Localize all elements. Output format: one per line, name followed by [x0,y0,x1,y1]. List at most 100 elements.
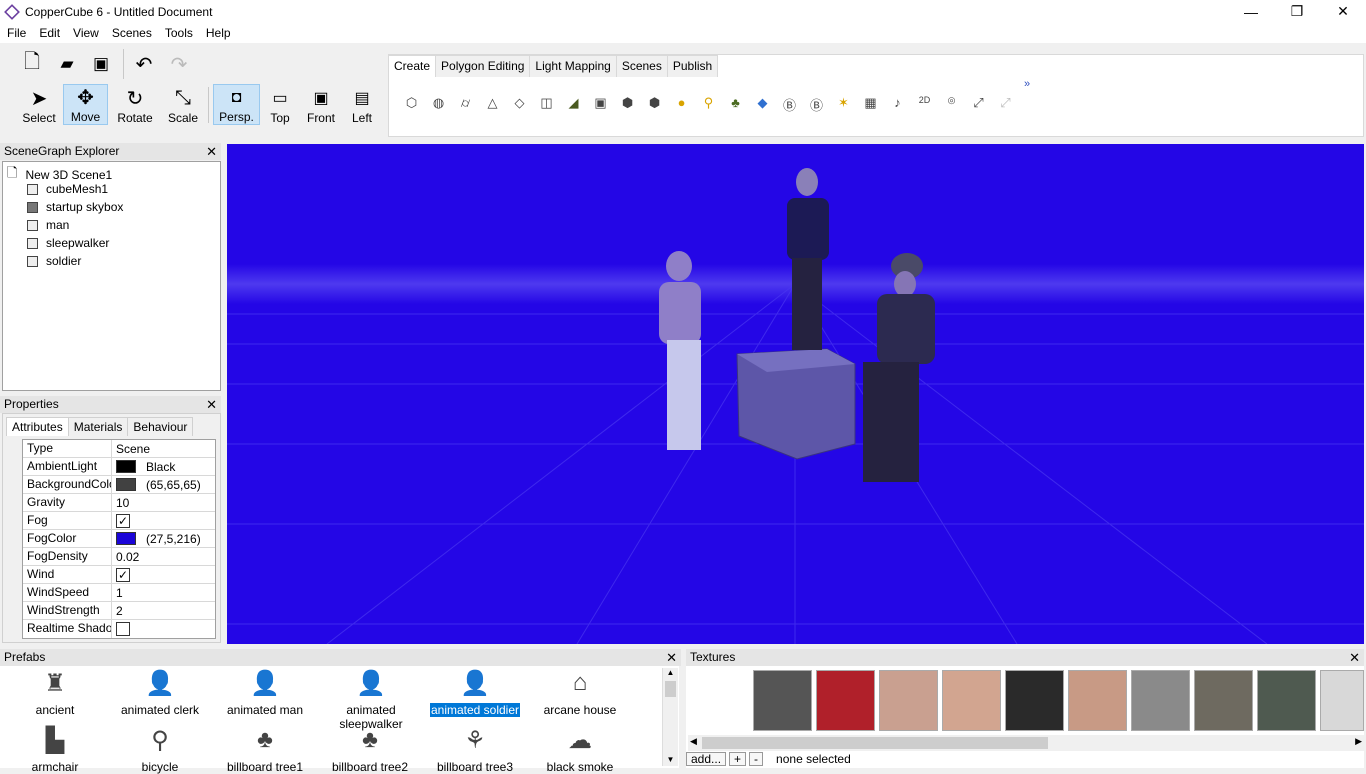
property-value[interactable]: (65,65,65) [146,478,201,492]
texture-thumbnail[interactable] [1320,670,1364,731]
cylinder-icon[interactable]: ⌭ [452,95,479,114]
scroll-thumb[interactable] [665,681,676,697]
tab-publish[interactable]: Publish [666,55,719,77]
property-value[interactable]: 2 [116,604,123,618]
color-swatch[interactable] [116,532,136,545]
tab-materials[interactable]: Materials [67,417,129,436]
tree-node[interactable]: man [27,218,69,232]
sound-icon[interactable]: ♪ [884,95,911,114]
image-icon[interactable]: ▦ [857,95,884,114]
increase-size-button[interactable]: + [729,752,747,766]
minimize-button[interactable]: — [1228,0,1274,23]
add-texture-button[interactable]: add... [686,752,727,766]
left-view-button[interactable]: ▤ Left [346,85,378,125]
prefab-item[interactable]: ♣ billboard tree2 [315,726,425,774]
tab-create[interactable]: Create [388,55,437,77]
front-view-button[interactable]: ▣ Front [302,85,340,125]
plane-icon[interactable]: ◇ [506,95,533,114]
close-window-button[interactable]: ✕ [1320,0,1366,23]
cube-icon[interactable]: ⬡ [398,95,425,114]
color-swatch[interactable] [116,460,136,473]
3d-viewport[interactable] [227,144,1364,644]
close-prefabs-icon[interactable]: ✕ [666,649,677,666]
property-value[interactable]: (27,5,216) [146,532,201,546]
texture-thumbnail[interactable] [1194,670,1253,731]
prefab-item[interactable]: ♣ billboard tree1 [210,726,320,774]
fog-checkbox[interactable]: ✓ [116,513,130,528]
mesh-icon[interactable]: ⬢ [614,95,641,114]
tab-polygon-editing[interactable]: Polygon Editing [435,55,531,77]
ribbon-more-button[interactable]: » [1024,78,1030,90]
particle-icon[interactable]: ✶ [830,95,857,114]
texture-thumbnail[interactable] [1131,670,1190,731]
menu-edit[interactable]: Edit [32,26,66,40]
texture-thumbnail[interactable] [942,670,1001,731]
realtime-shadows-checkbox[interactable] [116,622,130,636]
search-icon[interactable]: ⚲ [695,95,722,114]
property-value[interactable]: 0.02 [116,550,139,564]
move-tool-button[interactable]: ✥ Move [63,84,108,125]
open-document-button[interactable]: ▰ [55,51,79,77]
prefabs-scrollbar[interactable]: ▲ ▼ [662,668,678,766]
tab-attributes[interactable]: Attributes [6,417,69,436]
path-disabled-icon[interactable]: ⤢ [992,95,1019,114]
man-model[interactable] [787,168,829,350]
billboard-icon[interactable]: Ⓑ [776,95,803,114]
property-value[interactable]: Black [146,460,175,474]
undo-button[interactable]: ↶ [133,51,155,77]
save-document-button[interactable]: ▣ [90,51,112,77]
menu-file[interactable]: File [0,26,32,40]
decrease-size-button[interactable]: - [749,752,764,766]
maximize-button[interactable]: ❐ [1274,0,1320,23]
tab-behaviour[interactable]: Behaviour [127,417,194,436]
tab-scenes[interactable]: Scenes [615,55,668,77]
perspective-view-button[interactable]: ◘ Persp. [213,84,260,125]
prefab-item[interactable]: ♜ ancient [0,669,110,717]
scale-tool-button[interactable]: ⤡ Scale [162,85,204,126]
texture-thumbnail[interactable] [816,670,875,731]
sphere-icon[interactable]: ◍ [425,95,452,114]
close-scenegraph-icon[interactable]: ✕ [206,143,217,160]
rotate-tool-button[interactable]: ↻ Rotate [112,85,158,126]
scroll-left-icon[interactable]: ◀ [690,736,697,747]
camera-icon[interactable]: ◫ [533,95,560,114]
close-textures-icon[interactable]: ✕ [1349,649,1360,666]
texture-thumbnail[interactable] [1068,670,1127,731]
crate-model[interactable] [736,348,856,460]
tree-node[interactable]: sleepwalker [27,236,109,250]
tree-node[interactable]: cubeMesh1 [27,182,108,196]
scroll-right-icon[interactable]: ▶ [1355,736,1362,747]
light-icon[interactable]: ● [668,95,695,114]
path-icon[interactable]: ⤢ [965,95,992,114]
menu-tools[interactable]: Tools [158,26,199,40]
menu-scenes[interactable]: Scenes [105,26,158,40]
top-view-button[interactable]: ▭ Top [264,85,296,125]
prefab-item[interactable]: ⌂ arcane house [525,669,635,717]
close-properties-icon[interactable]: ✕ [206,396,217,413]
billboard-text-icon[interactable]: Ⓑ [803,95,830,114]
prefab-item[interactable]: 👤 animated sleepwalker [315,669,427,731]
scroll-up-icon[interactable]: ▲ [663,668,678,677]
prefab-item[interactable]: 👤 animated clerk [105,669,215,717]
animated-mesh-icon[interactable]: ⬢ [641,95,668,114]
water-icon[interactable]: ◆ [749,95,776,114]
scroll-down-icon[interactable]: ▼ [663,755,678,764]
tree-node[interactable]: soldier [27,254,81,268]
prefab-item[interactable]: ⚘ billboard tree3 [420,726,530,774]
prefab-item[interactable]: ☁ black smoke [525,726,635,774]
property-value[interactable]: 1 [116,586,123,600]
prefab-item[interactable]: ⚲ bicycle [105,726,215,774]
select-tool-button[interactable]: ➤ Select [19,85,59,126]
tab-light-mapping[interactable]: Light Mapping [529,55,617,77]
texture-thumbnail[interactable] [1257,670,1316,731]
cone-icon[interactable]: △ [479,95,506,114]
scroll-thumb[interactable] [702,737,1048,749]
prefab-item[interactable]: ▙ armchair [0,726,110,774]
2d-overlay-icon[interactable]: 2D [911,95,938,114]
prefab-item[interactable]: 👤 animated soldier [420,669,530,717]
property-value[interactable]: 10 [116,496,129,510]
texture-thumbnail[interactable] [753,670,812,731]
tree-icon[interactable]: ♣ [722,95,749,114]
redo-button[interactable]: ↷ [168,51,190,77]
skybox-icon[interactable]: ▣ [587,95,614,114]
